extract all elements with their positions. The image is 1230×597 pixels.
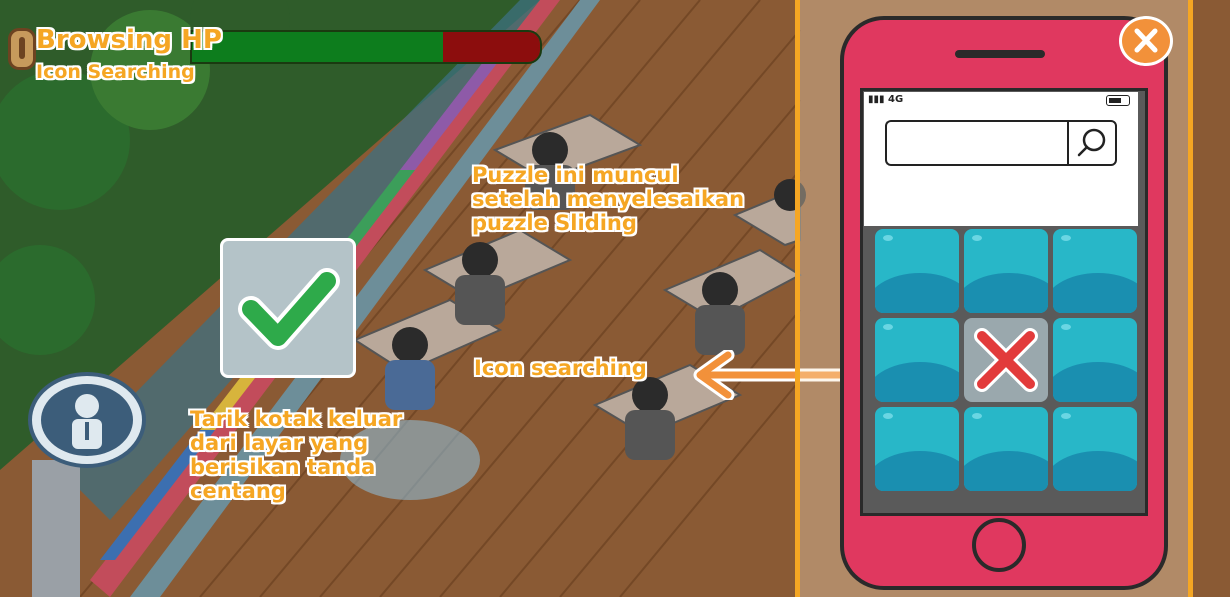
icon-tile[interactable]	[875, 318, 959, 402]
icon-tile[interactable]	[875, 407, 959, 491]
note-line: centang	[190, 479, 286, 504]
note-line: Tarik kotak keluar	[190, 407, 403, 431]
note-line: setelah menyelesaikan	[472, 187, 745, 212]
empty-tile-slot[interactable]	[964, 318, 1048, 402]
search-input[interactable]	[885, 120, 1067, 166]
battery-icon	[1106, 95, 1130, 106]
search-icon	[1077, 128, 1106, 157]
search-button[interactable]	[1067, 120, 1117, 166]
character-avatar	[28, 372, 146, 468]
note-line: puzzle Sliding	[472, 211, 637, 236]
icon-tile[interactable]	[875, 229, 959, 313]
hud-subtitle: Icon Searching	[36, 61, 195, 83]
signal-icon: ▮▮▮	[868, 94, 885, 105]
signal-indicator: ▮▮▮ 4G	[868, 94, 903, 105]
checkmark-icon	[238, 268, 340, 350]
hp-bar-lost	[442, 32, 540, 62]
note-puzzle-appears: Puzzle ini muncul setelah menyelesaikan …	[472, 163, 802, 235]
home-button[interactable]	[972, 518, 1026, 572]
note-line: berisikan tanda	[190, 455, 376, 480]
icon-tile[interactable]	[1053, 229, 1137, 313]
network-label: 4G	[888, 94, 904, 105]
close-icon	[1134, 28, 1158, 53]
icon-tile[interactable]	[1053, 407, 1137, 491]
icon-tile[interactable]	[1053, 318, 1137, 402]
hud-title: Browsing HP	[36, 25, 222, 55]
note-icon-searching: Icon searching	[474, 356, 647, 380]
icon-tile[interactable]	[964, 229, 1048, 313]
phone-speaker	[955, 50, 1045, 58]
note-line: dari layar yang	[190, 431, 369, 456]
checkmark-box[interactable]	[220, 238, 356, 378]
close-button[interactable]	[1119, 16, 1173, 66]
note-drag-box: Tarik kotak keluar dari layar yang beris…	[190, 407, 450, 504]
cross-icon	[974, 328, 1038, 392]
hp-handle	[8, 28, 36, 70]
icon-tile[interactable]	[964, 407, 1048, 491]
hp-bar	[190, 30, 542, 64]
note-line: Puzzle ini muncul	[472, 163, 679, 187]
